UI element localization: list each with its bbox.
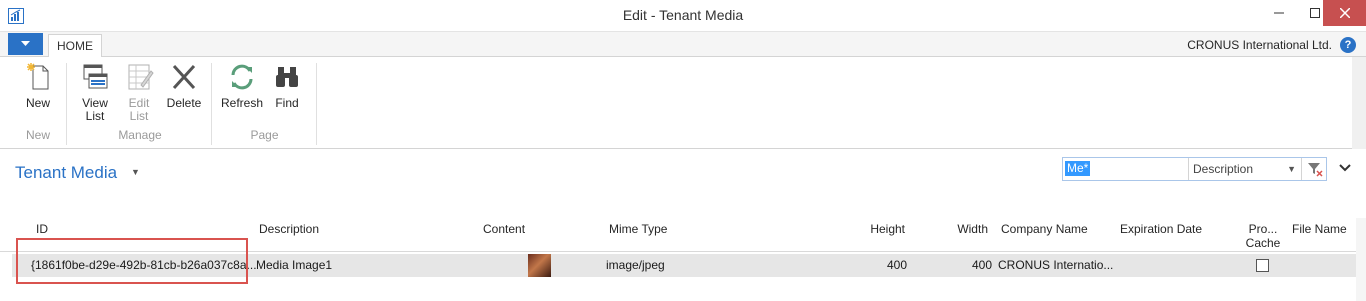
column-header-height[interactable]: Height	[830, 222, 905, 236]
table-row[interactable]: {1861f0be-d29e-492b-81cb-b26a037c8a... M…	[12, 254, 1366, 277]
cell-width[interactable]: 400	[917, 258, 992, 272]
ribbon-scrollbar[interactable]	[1352, 57, 1366, 149]
column-header-prohibit-cache[interactable]: Pro... Cache	[1244, 222, 1282, 250]
new-document-icon	[27, 63, 49, 90]
prohibit-cache-checkbox[interactable]	[1256, 259, 1269, 272]
edit-list-icon	[128, 64, 154, 90]
chevron-down-icon: ▼	[1287, 164, 1296, 174]
new-button[interactable]: New	[16, 61, 60, 110]
column-header-id[interactable]: ID	[36, 222, 48, 236]
help-icon[interactable]: ?	[1340, 37, 1356, 53]
view-list-button[interactable]: View List	[73, 61, 117, 123]
delete-button[interactable]: Delete	[162, 61, 206, 110]
group-separator	[66, 63, 67, 145]
table-scrollbar[interactable]	[1356, 218, 1366, 301]
application-menu-button[interactable]	[8, 33, 43, 55]
edit-list-button[interactable]: Edit List	[117, 61, 161, 123]
delete-x-icon	[172, 64, 196, 90]
tab-home[interactable]: HOME	[48, 34, 102, 58]
window-title: Edit - Tenant Media	[622, 7, 744, 23]
filter-field-select[interactable]: Description ▼	[1188, 158, 1300, 180]
column-header-file-name[interactable]: File Name	[1292, 222, 1347, 236]
cell-id[interactable]: {1861f0be-d29e-492b-81cb-b26a037c8a...	[31, 258, 257, 272]
view-list-icon	[83, 64, 108, 89]
company-name[interactable]: CRONUS International Ltd.	[1187, 38, 1332, 52]
filter-search-input[interactable]: Me*	[1065, 161, 1091, 176]
ribbon-tab-row: HOME CRONUS International Ltd. ?	[0, 32, 1366, 58]
content-thumbnail-image[interactable]	[528, 254, 551, 277]
group-separator	[211, 63, 212, 145]
dropdown-triangle-icon	[21, 41, 30, 46]
binoculars-icon	[276, 67, 298, 87]
column-header-description[interactable]: Description	[259, 222, 319, 236]
clear-filter-button[interactable]	[1301, 158, 1327, 180]
view-list-label: View List	[82, 96, 108, 123]
clear-filter-icon	[1307, 163, 1323, 177]
maximize-icon	[1310, 8, 1320, 18]
cell-description[interactable]: Media Image1	[256, 258, 332, 272]
minimize-icon	[1274, 12, 1284, 14]
refresh-label: Refresh	[220, 96, 264, 110]
group-label-manage: Manage	[118, 128, 162, 142]
group-separator	[316, 63, 317, 145]
find-label: Find	[275, 96, 299, 110]
column-header-width[interactable]: Width	[920, 222, 988, 236]
column-header-mime-type[interactable]: Mime Type	[609, 222, 667, 236]
find-button[interactable]: Find	[265, 61, 309, 110]
new-button-label: New	[25, 96, 50, 110]
refresh-button[interactable]: Refresh	[220, 61, 264, 110]
column-header-company-name[interactable]: Company Name	[1001, 222, 1088, 236]
cell-company-name[interactable]: CRONUS Internatio...	[998, 258, 1113, 272]
refresh-icon	[231, 64, 253, 90]
ribbon: New New View List Edit List Delete Manag…	[0, 57, 1366, 149]
expand-factbox-button[interactable]	[1337, 160, 1353, 176]
page-title[interactable]: Tenant Media	[15, 163, 117, 183]
delete-label: Delete	[166, 96, 202, 110]
table-header: ID Description Content Mime Type Height …	[0, 218, 1366, 252]
quick-filter: Me* Description ▼	[1062, 157, 1327, 181]
group-label-new: New	[25, 128, 50, 142]
title-bar: Edit - Tenant Media	[0, 0, 1366, 32]
filter-field-value: Description	[1193, 162, 1254, 176]
close-button[interactable]	[1323, 0, 1366, 26]
column-header-content[interactable]: Content	[483, 222, 525, 236]
close-icon	[1339, 8, 1350, 18]
column-header-expiration-date[interactable]: Expiration Date	[1120, 222, 1202, 236]
chevron-down-icon	[1339, 164, 1351, 172]
cell-mime-type[interactable]: image/jpeg	[606, 258, 665, 272]
edit-list-label: Edit List	[128, 96, 150, 123]
page-title-dropdown-icon[interactable]: ▼	[131, 167, 140, 177]
group-label-page: Page	[250, 128, 279, 142]
cell-height[interactable]: 400	[832, 258, 907, 272]
